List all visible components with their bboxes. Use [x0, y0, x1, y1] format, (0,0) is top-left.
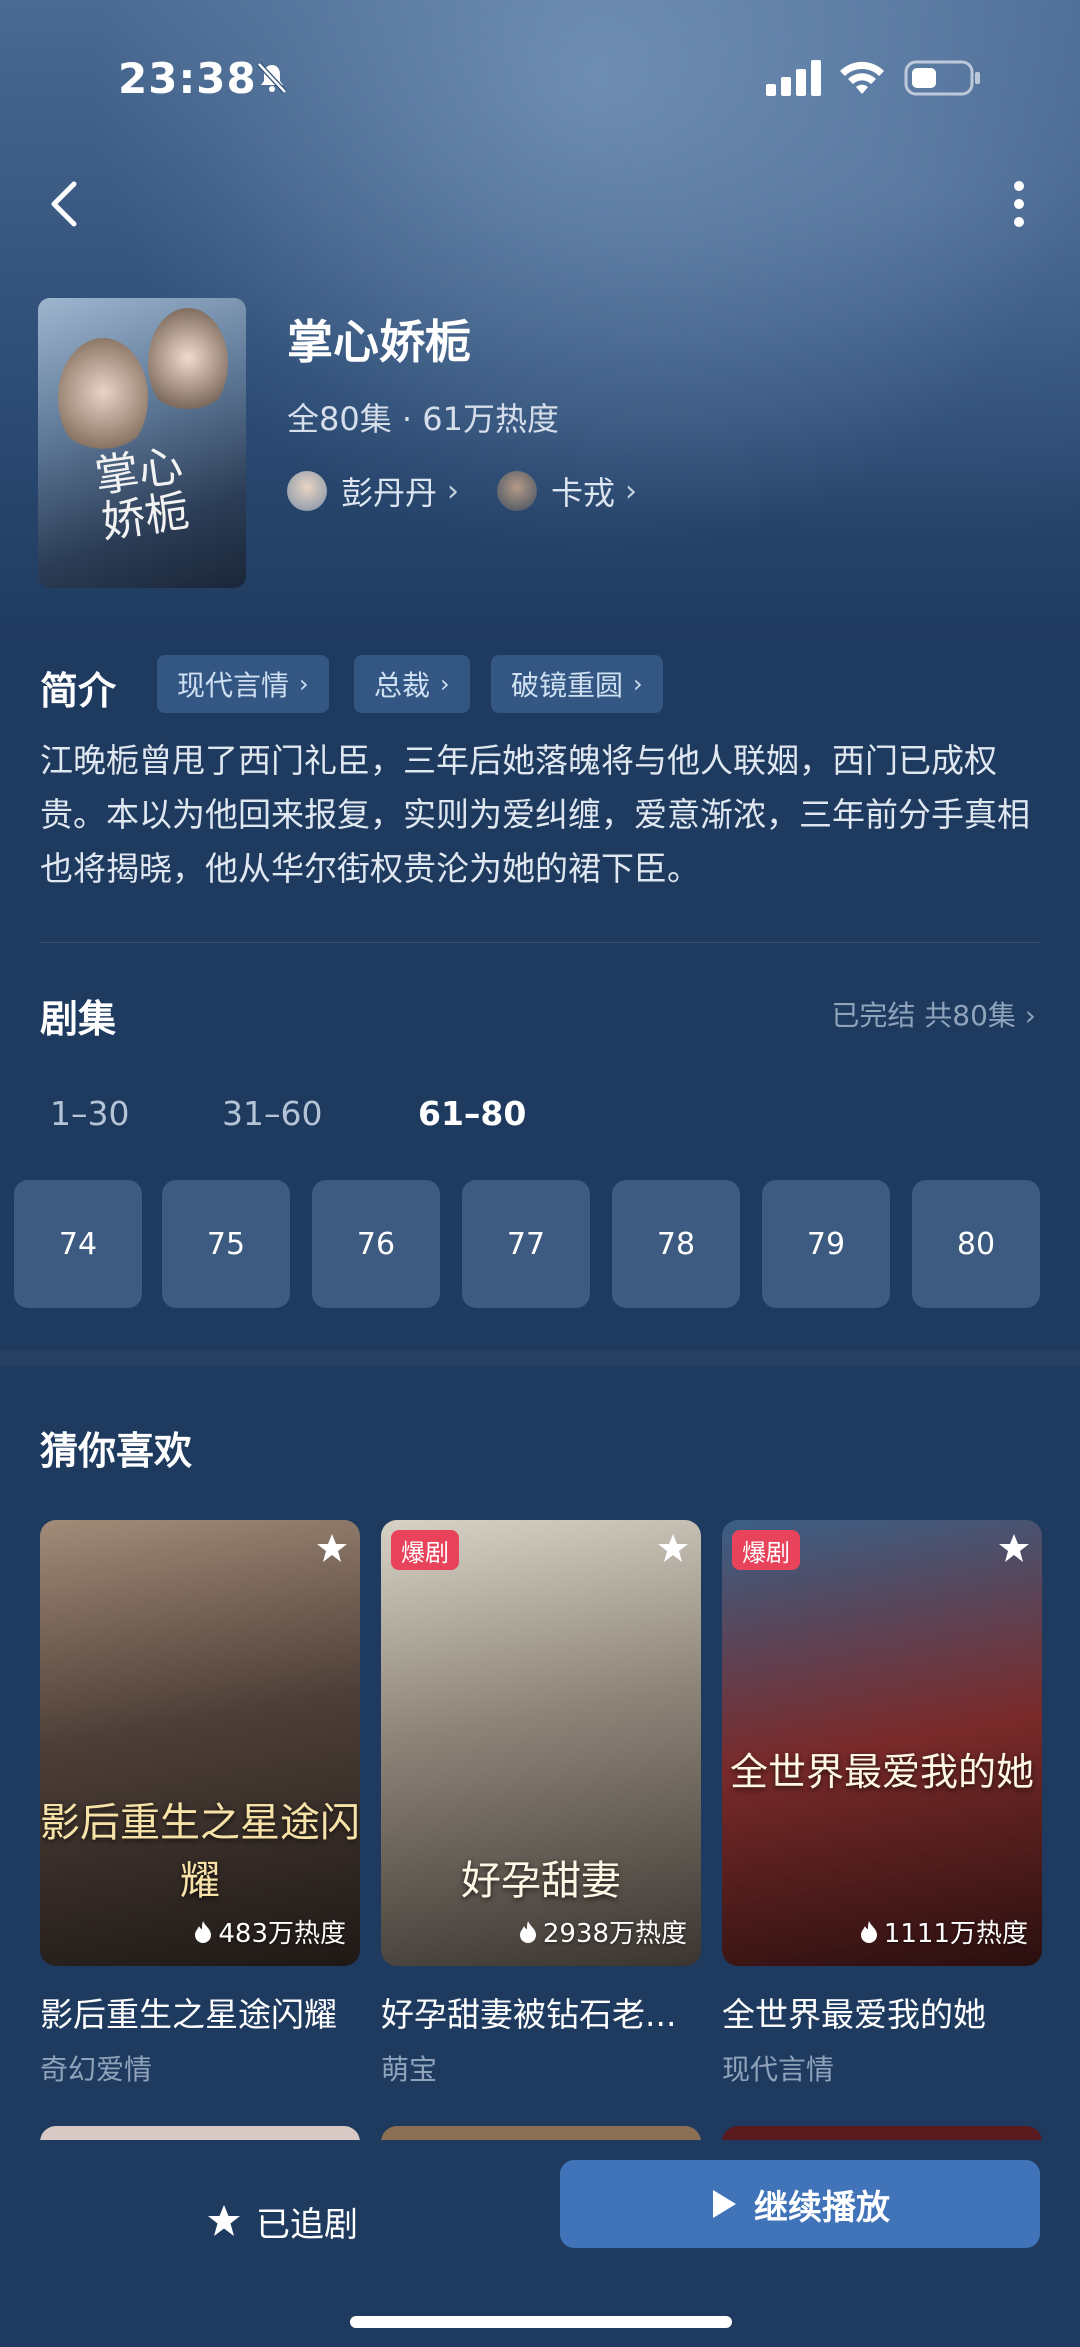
tag-label: 总裁 — [374, 669, 431, 702]
card-heat-text: 2938万热度 — [542, 1919, 687, 1949]
chevron-right-icon: › — [447, 473, 460, 509]
card-genre: 萌宝 — [381, 2053, 438, 2086]
card-heat: 1111万热度 — [860, 1913, 1028, 1950]
status-bar: 23:38 — [0, 40, 1080, 120]
drama-meta: 全80集 · 61万热度 — [287, 400, 559, 438]
card-poster: 爆剧 全世界最爱我的她 1111万热度 — [722, 1520, 1042, 1966]
card-heat: 483万热度 — [194, 1913, 346, 1950]
chevron-right-icon: › — [299, 670, 309, 698]
tag-chip[interactable]: 总裁 › — [354, 655, 470, 713]
divider — [40, 942, 1040, 943]
continue-play-button[interactable]: 继续播放 — [560, 2160, 1040, 2248]
tag-chip[interactable]: 现代言情 › — [157, 655, 329, 713]
episode-button[interactable]: 80 — [912, 1180, 1040, 1308]
chevron-right-icon: › — [1024, 999, 1036, 1032]
episode-list: 74 75 76 77 78 79 80 — [14, 1180, 1080, 1308]
recommend-card[interactable]: 爆剧 好孕甜妻 2938万热度 好孕甜妻被钻石老... 萌宝 — [381, 1520, 701, 2088]
wifi-icon — [840, 61, 884, 94]
episode-button[interactable]: 76 — [312, 1180, 440, 1308]
card-poster: 影后重生之星途闪耀 483万热度 — [40, 1520, 360, 1966]
actor-link[interactable]: 彭丹丹 › — [287, 466, 459, 516]
card-name: 影后重生之星途闪耀 — [40, 1995, 337, 2034]
recommend-heading: 猜你喜欢 — [40, 1429, 193, 1473]
card-heat-text: 483万热度 — [218, 1919, 346, 1949]
tag-label: 现代言情 — [177, 669, 290, 702]
drama-poster: 掌心娇栀 — [38, 298, 246, 588]
mute-bell-icon — [257, 62, 287, 94]
home-indicator[interactable] — [350, 2316, 732, 2328]
drama-title: 掌心娇栀 — [287, 315, 471, 369]
recommend-card[interactable]: 影后重生之星途闪耀 483万热度 影后重生之星途闪耀 奇幻爱情 — [40, 1520, 360, 2088]
episodes-heading: 剧集 — [40, 997, 117, 1041]
star-icon[interactable] — [316, 1532, 348, 1564]
episode-range-tab[interactable]: 31–60 — [222, 1094, 322, 1133]
play-icon — [713, 2190, 736, 2218]
episode-range-tab-active[interactable]: 61–80 — [418, 1094, 526, 1133]
episode-range-tab[interactable]: 1–30 — [50, 1094, 130, 1133]
star-icon[interactable] — [998, 1532, 1030, 1564]
cellular-signal-icon — [766, 60, 821, 96]
chevron-right-icon: › — [440, 670, 450, 698]
card-overlay-title: 好孕甜妻 — [461, 1858, 621, 1904]
synopsis-text: 江晚栀曾甩了西门礼臣，三年后她落魄将与他人联姻，西门已成权贵。本以为他回来报复，… — [40, 741, 1030, 888]
actor-link[interactable]: 卡戎 › — [497, 466, 637, 516]
hot-badge: 爆剧 — [391, 1530, 459, 1570]
intro-heading: 简介 — [40, 669, 117, 713]
episode-button[interactable]: 79 — [762, 1180, 890, 1308]
follow-button[interactable]: 已追剧 — [206, 2186, 358, 2256]
card-overlay-title: 影后重生之星途闪耀 — [40, 1800, 360, 1904]
actor-avatar — [497, 471, 537, 511]
episodes-status: 已完结 共80集 — [831, 999, 1016, 1032]
recommend-card[interactable]: 爆剧 全世界最爱我的她 1111万热度 全世界最爱我的她 现代言情 — [722, 1520, 1042, 2088]
flame-icon — [860, 1920, 877, 1943]
episodes-status-link[interactable]: 已完结 共80集 › — [831, 994, 1036, 1034]
card-name: 全世界最爱我的她 — [722, 1995, 986, 2034]
section-separator — [0, 1350, 1080, 1366]
card-heat-text: 1111万热度 — [883, 1919, 1028, 1949]
back-icon[interactable] — [44, 176, 84, 232]
poster-title-text: 掌心娇栀 — [91, 440, 193, 549]
card-genre: 奇幻爱情 — [40, 2053, 153, 2086]
battery-icon — [904, 60, 980, 96]
follow-label: 已追剧 — [256, 2204, 358, 2245]
play-label: 继续播放 — [754, 2187, 890, 2228]
chevron-right-icon: › — [633, 670, 643, 698]
flame-icon — [195, 1920, 212, 1943]
card-genre: 现代言情 — [722, 2053, 835, 2086]
card-poster: 爆剧 好孕甜妻 2938万热度 — [381, 1520, 701, 1966]
episode-button[interactable]: 78 — [612, 1180, 740, 1308]
card-name: 好孕甜妻被钻石老... — [381, 1995, 677, 2034]
star-icon[interactable] — [657, 1532, 689, 1564]
hot-badge: 爆剧 — [732, 1530, 800, 1570]
tag-label: 破镜重圆 — [511, 669, 624, 702]
status-time: 23:38 — [118, 54, 257, 103]
flame-icon — [519, 1920, 536, 1943]
actor-name: 彭丹丹 — [341, 474, 438, 512]
card-heat: 2938万热度 — [519, 1913, 687, 1950]
star-icon — [208, 2205, 240, 2236]
actor-name: 卡戎 — [551, 474, 616, 512]
tag-chip[interactable]: 破镜重圆 › — [491, 655, 663, 713]
actor-avatar — [287, 471, 327, 511]
episode-button[interactable]: 75 — [162, 1180, 290, 1308]
card-overlay-title: 全世界最爱我的她 — [729, 1750, 1034, 1794]
episode-button[interactable]: 74 — [14, 1180, 142, 1308]
more-options-icon[interactable] — [1004, 176, 1034, 232]
chevron-right-icon: › — [625, 473, 638, 509]
episode-button[interactable]: 77 — [462, 1180, 590, 1308]
